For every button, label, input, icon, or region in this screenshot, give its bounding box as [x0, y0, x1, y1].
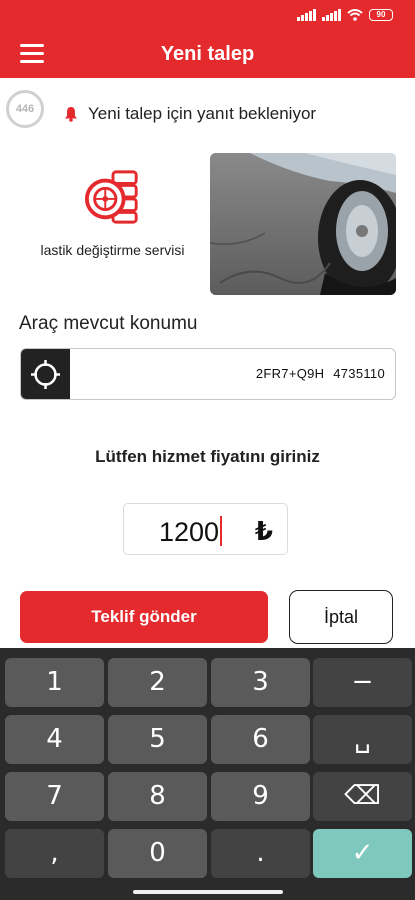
key-minus[interactable]: − [313, 658, 412, 707]
app-bar: Yeni talep [0, 30, 415, 78]
request-counter-badge: 446 [6, 90, 44, 128]
wifi-icon [347, 9, 363, 21]
key-space[interactable]: ␣ [313, 715, 412, 764]
cancel-button[interactable]: İptal [289, 590, 393, 644]
bell-icon [65, 107, 77, 122]
crosshair-icon [31, 360, 60, 389]
flat-tire-photo [210, 153, 396, 295]
signal-icon [297, 9, 316, 21]
key-5[interactable]: 5 [108, 715, 207, 764]
tire-service-icon [84, 170, 138, 224]
service-label: lastik değiştirme servisi [40, 242, 185, 258]
key-period[interactable]: . [211, 829, 310, 878]
status-bar: 90 [0, 0, 415, 30]
price-input[interactable]: 1200 ₺ [123, 503, 288, 555]
waiting-status: Yeni talep için yanıt bekleniyor [64, 104, 316, 124]
key-6[interactable]: 6 [211, 715, 310, 764]
key-3[interactable]: 3 [211, 658, 310, 707]
key-2[interactable]: 2 [108, 658, 207, 707]
currency-symbol: ₺ [254, 516, 273, 546]
key-comma[interactable]: , [5, 829, 104, 878]
location-value: 2FR7+Q9H 4735110 [255, 366, 385, 381]
service-card: lastik değiştirme servisi [20, 160, 205, 290]
price-value-wrap: 1200 [159, 516, 223, 548]
backspace-key[interactable]: ⌫ [313, 772, 412, 821]
send-offer-button[interactable]: Teklif gönder [20, 591, 268, 643]
locate-button[interactable] [21, 349, 70, 399]
key-4[interactable]: 4 [5, 715, 104, 764]
signal-icon-2 [322, 9, 341, 21]
done-key[interactable]: ✓ [313, 829, 412, 878]
key-8[interactable]: 8 [108, 772, 207, 821]
location-title: Araç mevcut konumu [19, 313, 198, 334]
battery-icon: 90 [369, 9, 393, 21]
numeric-keyboard: 1 2 3 − 4 5 6 ␣ 7 8 9 ⌫ , 0 . ✓ [0, 648, 415, 900]
key-1[interactable]: 1 [5, 658, 104, 707]
home-indicator[interactable] [133, 890, 283, 894]
waiting-text: Yeni talep için yanıt bekleniyor [88, 104, 317, 123]
key-9[interactable]: 9 [211, 772, 310, 821]
text-caret [220, 516, 223, 546]
page-title: Yeni talep [160, 43, 255, 65]
status-icons: 90 [297, 9, 393, 21]
price-value: 1200 [159, 517, 220, 547]
location-field[interactable]: 2FR7+Q9H 4735110 [20, 348, 396, 400]
key-7[interactable]: 7 [5, 772, 104, 821]
price-prompt: Lütfen hizmet fiyatını giriniz [95, 447, 320, 466]
key-0[interactable]: 0 [108, 829, 207, 878]
